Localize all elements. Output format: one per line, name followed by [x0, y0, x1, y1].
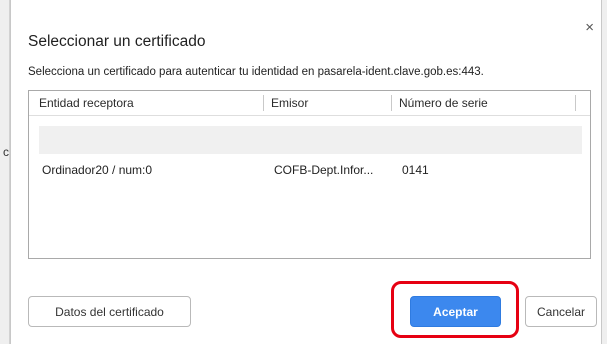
- accept-button[interactable]: Aceptar: [410, 296, 501, 327]
- close-icon[interactable]: ×: [585, 20, 594, 35]
- cell-issuer[interactable]: COFB-Dept.Infor...: [274, 163, 373, 177]
- page: c × Seleccionar un certificado Seleccion…: [0, 0, 607, 344]
- column-separator[interactable]: [263, 95, 264, 111]
- selected-row-background: [39, 126, 582, 154]
- certificate-dialog: × Seleccionar un certificado Selecciona …: [10, 0, 602, 344]
- background-text-fragment: c: [3, 145, 9, 159]
- certificate-details-button[interactable]: Datos del certificado: [28, 296, 191, 327]
- cancel-button[interactable]: Cancelar: [525, 296, 597, 327]
- column-header-subject[interactable]: Entidad receptora: [39, 96, 134, 110]
- dialog-subtitle: Selecciona un certificado para autentica…: [28, 66, 484, 78]
- cell-serial[interactable]: 0141: [402, 163, 429, 177]
- background-window-edge-left: [0, 0, 10, 344]
- table-row[interactable]: Ordinador20 / num:0 COFB-Dept.Infor... 0…: [29, 163, 590, 183]
- column-header-serial[interactable]: Número de serie: [399, 96, 488, 110]
- column-separator[interactable]: [575, 95, 576, 111]
- column-header-issuer[interactable]: Emisor: [271, 96, 308, 110]
- certificate-table: Entidad receptora Emisor Número de serie…: [28, 90, 591, 259]
- cell-subject[interactable]: Ordinador20 / num:0: [42, 163, 152, 177]
- column-separator[interactable]: [391, 95, 392, 111]
- table-header: Entidad receptora Emisor Número de serie: [29, 91, 590, 116]
- dialog-title: Seleccionar un certificado: [28, 33, 206, 50]
